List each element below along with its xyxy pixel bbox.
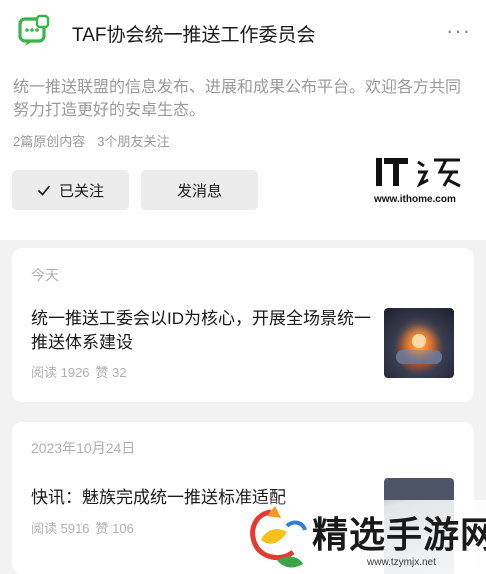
thumbnail-hand-shape: [396, 350, 442, 364]
chat-bubble-logo-icon: [18, 14, 50, 46]
read-count: 阅读 5916: [31, 521, 90, 536]
ithome-watermark-url: www.ithome.com: [374, 194, 456, 205]
site-watermark-url: www.tzymjx.net: [367, 557, 436, 568]
message-label: 发消息: [176, 182, 222, 200]
send-message-button[interactable]: 发消息: [141, 170, 258, 210]
article-group-today: 今天 统一推送工委会以ID为核心，开展全场景统一推送体系建设 阅读 1926 赞 …: [12, 248, 474, 402]
check-icon: [37, 185, 51, 196]
thumbnail-glow-shape: [412, 334, 426, 348]
friends-following[interactable]: 3个朋友关注: [97, 134, 169, 149]
more-dots-icon[interactable]: ···: [446, 20, 471, 42]
article-meta: 阅读 1926 赞 32: [31, 362, 127, 381]
follow-label: 已关注: [58, 182, 104, 200]
like-count: 赞 106: [95, 521, 134, 536]
article-date: 2023年10月24日: [31, 440, 136, 456]
account-header: TAF协会统一推送工作委员会 ··· 统一推送联盟的信息发布、进展和成果公布平台…: [0, 0, 486, 240]
original-count[interactable]: 2篇原创内容: [13, 134, 85, 149]
follow-button[interactable]: 已关注: [12, 170, 129, 210]
account-stats: 2篇原创内容 3个朋友关注: [13, 131, 169, 150]
like-count: 赞 32: [95, 365, 127, 380]
read-count: 阅读 1926: [31, 365, 90, 380]
site-watermark-title: 精选手游网: [312, 514, 486, 555]
article-date: 今天: [31, 267, 59, 283]
article-title[interactable]: 统一推送工委会以ID为核心，开展全场景统一推送体系建设: [31, 307, 371, 355]
article-meta: 阅读 5916 赞 106: [31, 518, 134, 537]
account-name: TAF协会统一推送工作委员会: [72, 25, 316, 46]
article-thumbnail[interactable]: [384, 308, 454, 378]
account-description: 统一推送联盟的信息发布、进展和成果公布平台。欢迎各方共同努力打造更好的安卓生态。: [13, 79, 462, 119]
